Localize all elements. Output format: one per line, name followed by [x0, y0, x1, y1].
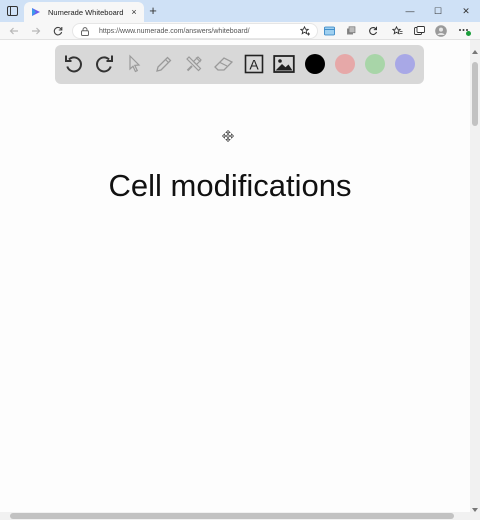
- eraser-icon[interactable]: [212, 52, 236, 76]
- split-screen-icon[interactable]: [412, 24, 426, 38]
- text-tool-letter: A: [249, 56, 259, 72]
- undo-icon[interactable]: [62, 52, 86, 76]
- forward-icon[interactable]: [29, 24, 43, 38]
- window-controls: — ☐ ✕: [396, 0, 480, 22]
- url-text: https://www.numerade.com/answers/whitebo…: [99, 27, 250, 35]
- back-icon[interactable]: [7, 24, 21, 38]
- refresh-icon[interactable]: [51, 24, 65, 38]
- color-swatch-pink[interactable]: [335, 54, 355, 74]
- scroll-up-arrow-icon[interactable]: [472, 42, 478, 54]
- image-icon[interactable]: [272, 52, 296, 76]
- new-tab-button[interactable]: +: [146, 4, 160, 18]
- color-swatch-purple[interactable]: [395, 54, 415, 74]
- tab-strip: Numerade Whiteboard × + — ☐ ✕: [0, 0, 480, 22]
- whiteboard-canvas[interactable]: [0, 40, 470, 512]
- lock-icon[interactable]: [79, 25, 91, 37]
- browser-window: Numerade Whiteboard × + — ☐ ✕ https://ww…: [0, 0, 480, 520]
- minimize-button[interactable]: —: [396, 0, 424, 22]
- move-cursor-icon: [222, 129, 234, 142]
- tab-close-icon[interactable]: ×: [128, 6, 140, 18]
- extension-icon[interactable]: [322, 24, 336, 38]
- add-favorite-icon[interactable]: [298, 24, 312, 38]
- favorites-icon[interactable]: [390, 24, 404, 38]
- horizontal-scrollbar[interactable]: [0, 512, 480, 520]
- color-swatch-green[interactable]: [365, 54, 385, 74]
- color-swatch-black[interactable]: [305, 54, 325, 74]
- address-bar[interactable]: https://www.numerade.com/answers/whitebo…: [72, 23, 318, 39]
- horizontal-scroll-thumb[interactable]: [10, 513, 454, 519]
- pencil-icon[interactable]: [152, 52, 176, 76]
- text-icon[interactable]: A: [242, 52, 266, 76]
- vertical-scroll-thumb[interactable]: [472, 62, 478, 126]
- numerade-logo-icon: [30, 6, 42, 18]
- pointer-icon[interactable]: [122, 52, 146, 76]
- collections-icon[interactable]: [344, 24, 358, 38]
- tab-actions-icon[interactable]: [4, 4, 20, 18]
- more-icon[interactable]: [458, 24, 472, 38]
- whiteboard-heading: Cell modifications: [108, 168, 352, 203]
- browser-tab[interactable]: Numerade Whiteboard ×: [24, 2, 144, 22]
- tools-icon[interactable]: [182, 52, 206, 76]
- whiteboard-toolbar: A: [55, 45, 424, 84]
- maximize-button[interactable]: ☐: [424, 0, 452, 22]
- redo-icon[interactable]: [92, 52, 116, 76]
- browser-toolbar: https://www.numerade.com/answers/whitebo…: [0, 22, 480, 40]
- sync-icon[interactable]: [366, 24, 380, 38]
- scroll-down-arrow-icon[interactable]: [472, 500, 478, 512]
- close-window-button[interactable]: ✕: [452, 0, 480, 22]
- profile-icon[interactable]: [434, 24, 448, 38]
- tab-title: Numerade Whiteboard: [48, 7, 124, 17]
